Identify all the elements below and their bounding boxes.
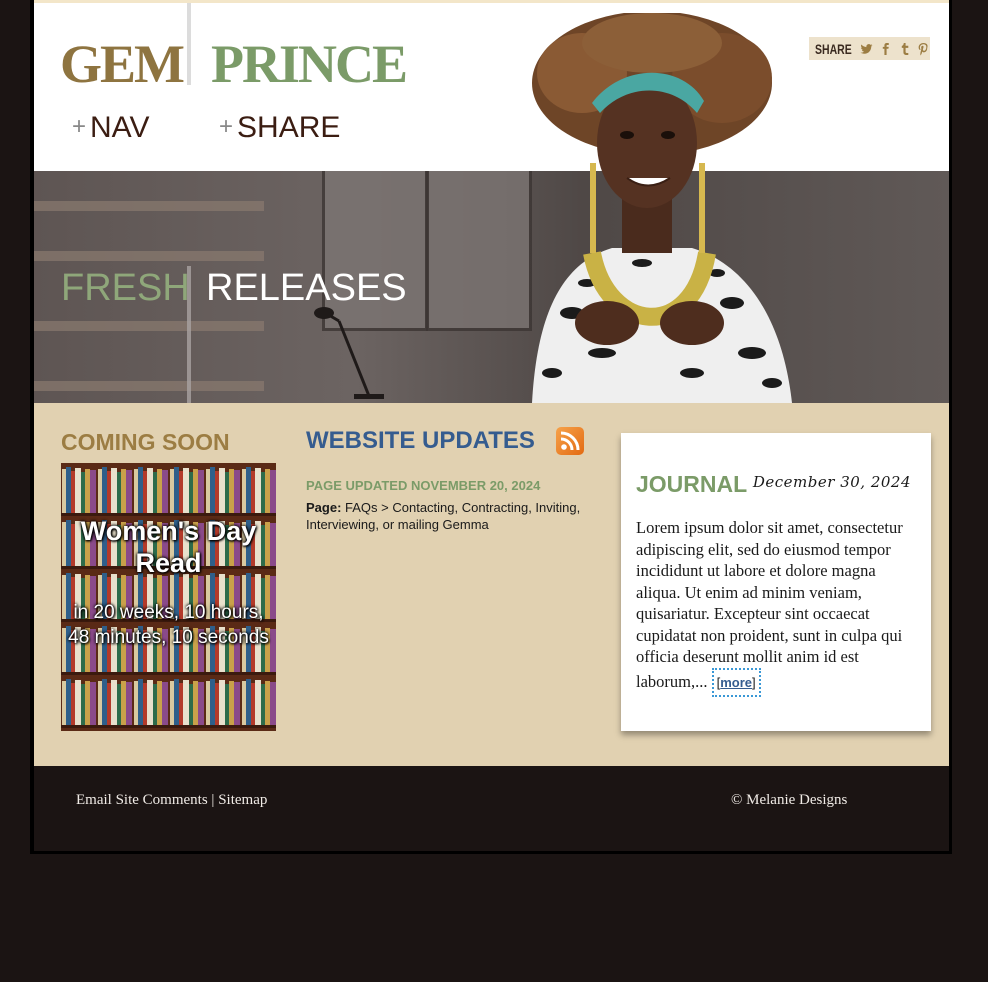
share-label: SHARE <box>237 111 341 144</box>
book-title: Women's Day Read <box>80 516 257 578</box>
footer-separator: | <box>211 792 215 808</box>
journal-excerpt: Lorem ipsum dolor sit amet, consectetur … <box>636 518 903 691</box>
page: GEM PRINCE + NAV + SHARE SHARE FRESH REL… <box>34 3 949 851</box>
journal-card: JOURNAL December 30, 2024 Lorem ipsum do… <box>621 433 931 731</box>
logo-prince[interactable]: PRINCE <box>211 33 408 95</box>
nav-label: NAV <box>90 111 150 144</box>
more-link[interactable]: more <box>720 675 752 690</box>
logo-divider <box>187 3 191 85</box>
twitter-icon[interactable] <box>860 42 873 56</box>
journal-title: JOURNAL <box>636 471 748 497</box>
book-countdown: in 20 weeks, 10 hours, 48 minutes, 10 se… <box>68 602 269 648</box>
shelf-decoration <box>34 321 264 331</box>
email-comments-link[interactable]: Email Site Comments <box>76 792 208 808</box>
site-footer: Email Site Comments | Sitemap © Melanie … <box>34 766 949 851</box>
content-area: COMING SOON Women's Day Read in 20 weeks… <box>34 403 949 766</box>
website-updates-title: WEBSITE UPDATES <box>306 427 535 454</box>
rss-icon[interactable] <box>556 427 584 455</box>
hero-heading-releases: RELEASES <box>206 267 407 309</box>
portrait-photo <box>532 13 792 403</box>
bookshelf-image <box>61 463 276 731</box>
plus-icon: + <box>72 113 87 140</box>
pinterest-icon[interactable] <box>917 42 930 56</box>
more-link-wrapper: [more] <box>711 667 761 697</box>
coming-soon-title: COMING SOON <box>61 429 230 455</box>
shelf-decoration <box>34 251 264 261</box>
footer-links: Email Site Comments | Sitemap <box>76 792 267 809</box>
facebook-icon[interactable] <box>879 42 892 56</box>
sitemap-link[interactable]: Sitemap <box>218 792 267 808</box>
copyright: © Melanie Designs <box>731 792 848 808</box>
plus-icon: + <box>219 113 234 140</box>
share-box-label: SHARE <box>815 40 852 57</box>
tumblr-icon[interactable] <box>898 42 911 56</box>
journal-date: December 30, 2024 <box>752 473 911 491</box>
share-box: SHARE <box>809 37 930 60</box>
update-page-label: Page: <box>306 500 342 515</box>
coming-soon-book-card[interactable]: Women's Day Read in 20 weeks, 10 hours, … <box>61 463 276 731</box>
nav-menu-toggle[interactable]: + NAV <box>72 111 149 145</box>
update-page-text: FAQs > Contacting, Contracting, Inviting… <box>306 500 581 532</box>
shelf-decoration <box>34 381 264 391</box>
share-menu-toggle[interactable]: + SHARE <box>219 111 340 145</box>
update-details: Page: FAQs > Contacting, Contracting, In… <box>306 499 611 533</box>
journal-body: Lorem ipsum dolor sit amet, consectetur … <box>636 517 918 697</box>
logo-gem[interactable]: GEM <box>60 33 185 95</box>
update-date: PAGE UPDATED NOVEMBER 20, 2024 <box>306 478 541 493</box>
hero-heading-fresh: FRESH <box>61 267 190 309</box>
shelf-decoration <box>34 201 264 211</box>
